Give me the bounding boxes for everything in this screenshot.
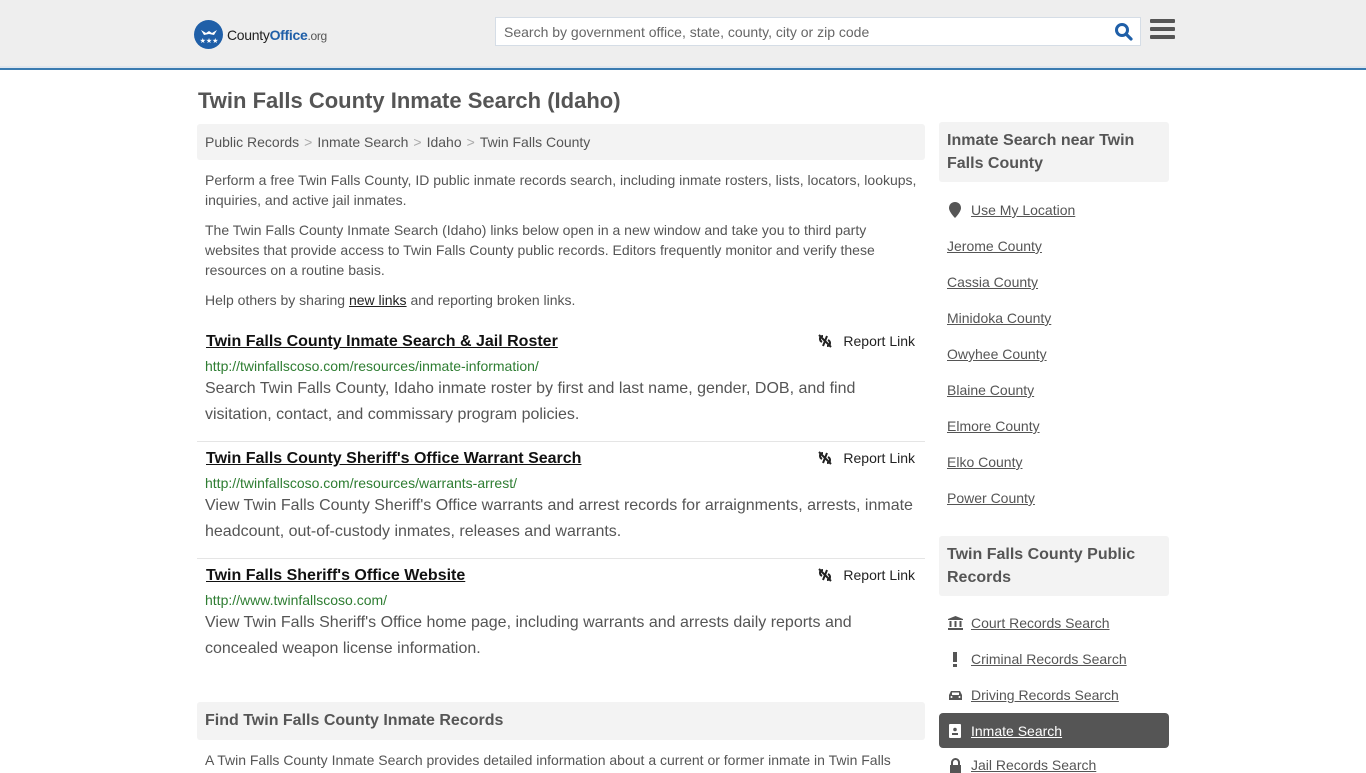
search-box	[495, 17, 1141, 46]
hamburger-menu-icon[interactable]	[1150, 19, 1175, 41]
page-title: Twin Falls County Inmate Search (Idaho)	[198, 88, 621, 113]
jail-records-label: Jail Records Search	[971, 757, 1097, 773]
site-logo[interactable]: ★★★ CountyOffice.org	[194, 20, 327, 49]
logo-text-county: County	[227, 26, 270, 43]
courthouse-icon	[947, 616, 963, 630]
report-link-button[interactable]: Report Link	[817, 333, 915, 349]
eagle-stars-icon: ★★★	[194, 20, 223, 49]
criminal-records-label: Criminal Records Search	[971, 651, 1127, 667]
broken-link-icon	[818, 334, 833, 348]
result-description: Search Twin Falls County, Idaho inmate r…	[205, 380, 856, 423]
intro-text: Help others by sharing	[205, 292, 349, 308]
public-records-heading: Twin Falls County Public Records	[939, 536, 1169, 596]
inmate-search-label: Inmate Search	[971, 722, 1063, 739]
breadcrumb-separator: >	[413, 134, 422, 150]
logo-text-org: .org	[307, 28, 327, 43]
result-title-link[interactable]: Twin Falls County Sheriff's Office Warra…	[206, 450, 581, 468]
map-marker-icon	[947, 202, 963, 218]
result-item: Twin Falls Sheriff's Office Website Repo…	[197, 559, 925, 676]
court-records-link[interactable]: Court Records Search	[947, 615, 1110, 631]
nearby-county-link[interactable]: Cassia County	[947, 274, 1038, 290]
result-description: View Twin Falls County Sheriff's Office …	[205, 497, 913, 540]
result-url[interactable]: http://twinfallscoso.com/resources/inmat…	[205, 358, 539, 374]
breadcrumb-separator: >	[304, 134, 313, 150]
result-url[interactable]: http://www.twinfallscoso.com/	[205, 592, 387, 608]
driving-records-label: Driving Records Search	[971, 687, 1119, 703]
result-title-link[interactable]: Twin Falls Sheriff's Office Website	[206, 567, 465, 585]
nearby-heading: Inmate Search near Twin Falls County	[939, 122, 1169, 182]
breadcrumb-idaho[interactable]: Idaho	[427, 134, 462, 150]
nearby-county-link[interactable]: Blaine County	[947, 382, 1034, 398]
result-item: Twin Falls County Sheriff's Office Warra…	[197, 442, 925, 559]
intro-paragraph-3: Help others by sharing new links and rep…	[205, 290, 920, 310]
exclamation-icon	[947, 651, 963, 667]
search-input[interactable]	[496, 18, 1096, 45]
nearby-county-link[interactable]: Owyhee County	[947, 346, 1047, 362]
intro-paragraph-2: The Twin Falls County Inmate Search (Ida…	[205, 222, 875, 278]
nearby-county-link[interactable]: Jerome County	[947, 238, 1042, 254]
breadcrumb-public-records[interactable]: Public Records	[205, 134, 299, 150]
id-badge-icon	[947, 723, 963, 738]
court-records-label: Court Records Search	[971, 615, 1110, 631]
breadcrumb-twin-falls-county[interactable]: Twin Falls County	[480, 134, 590, 150]
new-links-link[interactable]: new links	[349, 292, 407, 308]
report-link-button[interactable]: Report Link	[817, 567, 915, 583]
broken-link-icon	[818, 451, 833, 465]
nearby-county-link[interactable]: Elmore County	[947, 418, 1040, 434]
logo-text: CountyOffice.org	[227, 27, 327, 43]
find-records-heading: Find Twin Falls County Inmate Records	[197, 702, 925, 740]
intro-paragraph-1: Perform a free Twin Falls County, ID pub…	[205, 172, 917, 208]
search-icon	[1115, 23, 1133, 41]
report-link-button[interactable]: Report Link	[817, 450, 915, 466]
site-header: ★★★ CountyOffice.org	[0, 0, 1366, 70]
nearby-county-link[interactable]: Elko County	[947, 454, 1022, 470]
find-records-text: A Twin Falls County Inmate Search provid…	[205, 752, 891, 768]
search-button[interactable]	[1114, 22, 1134, 42]
result-item: Twin Falls County Inmate Search & Jail R…	[197, 325, 925, 442]
report-link-label: Report Link	[843, 333, 915, 349]
intro-text: and reporting broken links.	[406, 292, 576, 308]
breadcrumb: Public Records > Inmate Search > Idaho > Twin …	[197, 124, 925, 160]
nearby-county-link[interactable]: Minidoka County	[947, 310, 1051, 326]
use-my-location-link[interactable]: Use My Location	[947, 202, 1075, 218]
report-link-label: Report Link	[843, 567, 915, 583]
inmate-search-link[interactable]: Inmate Search	[939, 713, 1169, 748]
report-link-label: Report Link	[843, 450, 915, 466]
jail-records-link[interactable]: Jail Records Search	[947, 757, 1096, 773]
result-description: View Twin Falls Sheriff's Office home pa…	[205, 614, 852, 657]
result-title-link[interactable]: Twin Falls County Inmate Search & Jail R…	[206, 333, 558, 351]
broken-link-icon	[818, 568, 833, 582]
svg-text:★★★: ★★★	[199, 37, 218, 45]
use-my-location-label: Use My Location	[971, 202, 1076, 218]
result-url[interactable]: http://twinfallscoso.com/resources/warra…	[205, 475, 517, 491]
breadcrumb-separator: >	[466, 134, 475, 150]
intro-section: Perform a free Twin Falls County, ID pub…	[205, 170, 920, 320]
nearby-county-link[interactable]: Power County	[947, 490, 1035, 506]
breadcrumb-inmate-search[interactable]: Inmate Search	[317, 134, 408, 150]
lock-icon	[947, 757, 963, 773]
car-icon	[947, 689, 963, 702]
driving-records-link[interactable]: Driving Records Search	[947, 687, 1119, 703]
logo-text-office: Office	[269, 26, 308, 43]
criminal-records-link[interactable]: Criminal Records Search	[947, 651, 1127, 667]
